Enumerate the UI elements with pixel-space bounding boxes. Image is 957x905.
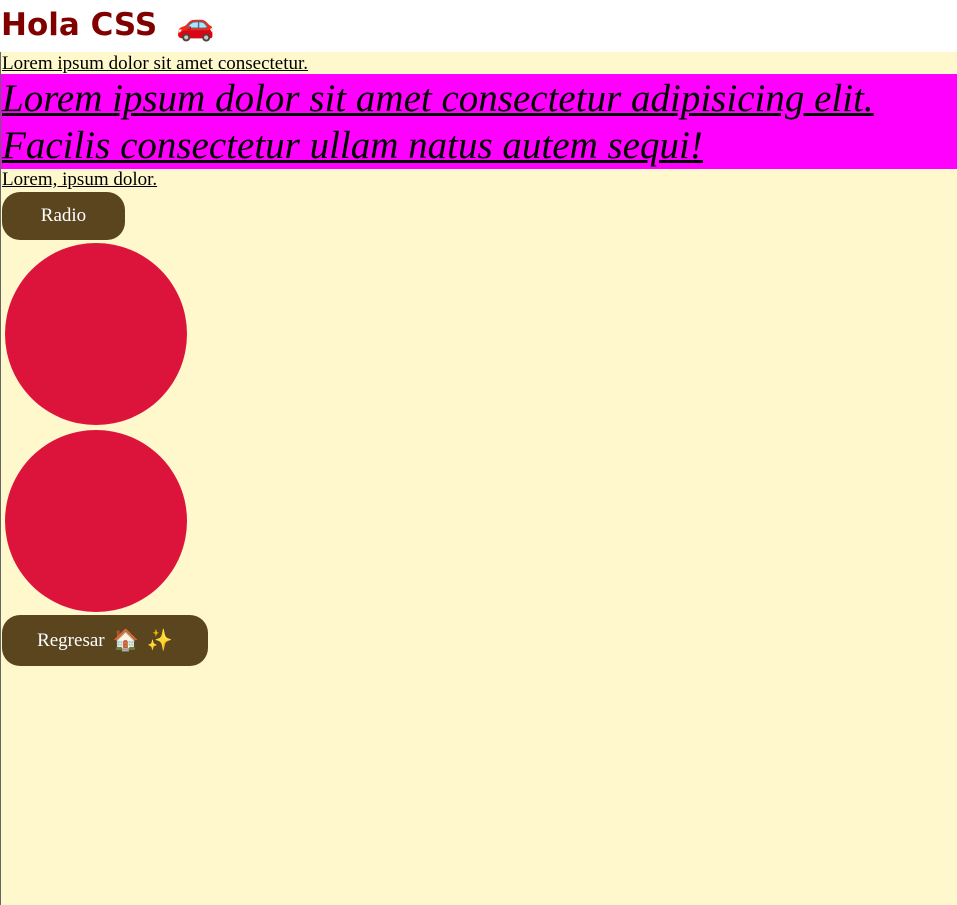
radio-button[interactable]: Radio bbox=[2, 192, 125, 240]
back-button[interactable]: Regresar 🏠 ✨ bbox=[2, 615, 208, 666]
main-content: Lorem ipsum dolor sit amet consectetur. … bbox=[0, 52, 957, 905]
red-circle-2 bbox=[5, 430, 187, 612]
page-title-text: Hola CSS bbox=[1, 7, 158, 43]
radio-button-label: Radio bbox=[40, 205, 87, 226]
small-lorem-link[interactable]: Lorem, ipsum dolor. bbox=[2, 169, 157, 191]
back-button-label: Regresar bbox=[37, 629, 105, 651]
home-icon: 🏠 bbox=[112, 628, 139, 652]
header: Hola CSS 🚗 bbox=[0, 0, 957, 52]
red-circle-1 bbox=[5, 243, 187, 425]
page: Hola CSS 🚗 Lorem ipsum dolor sit amet co… bbox=[0, 0, 957, 905]
car-icon: 🚗 bbox=[175, 7, 215, 43]
sparkles-icon: ✨ bbox=[146, 628, 173, 652]
highlighted-link-block: Lorem ipsum dolor sit amet consectetur a… bbox=[1, 74, 957, 169]
page-title: Hola CSS 🚗 bbox=[1, 4, 215, 46]
top-lorem-link[interactable]: Lorem ipsum dolor sit amet consectetur. bbox=[2, 52, 308, 76]
large-italic-link[interactable]: Lorem ipsum dolor sit amet consectetur a… bbox=[2, 75, 942, 169]
